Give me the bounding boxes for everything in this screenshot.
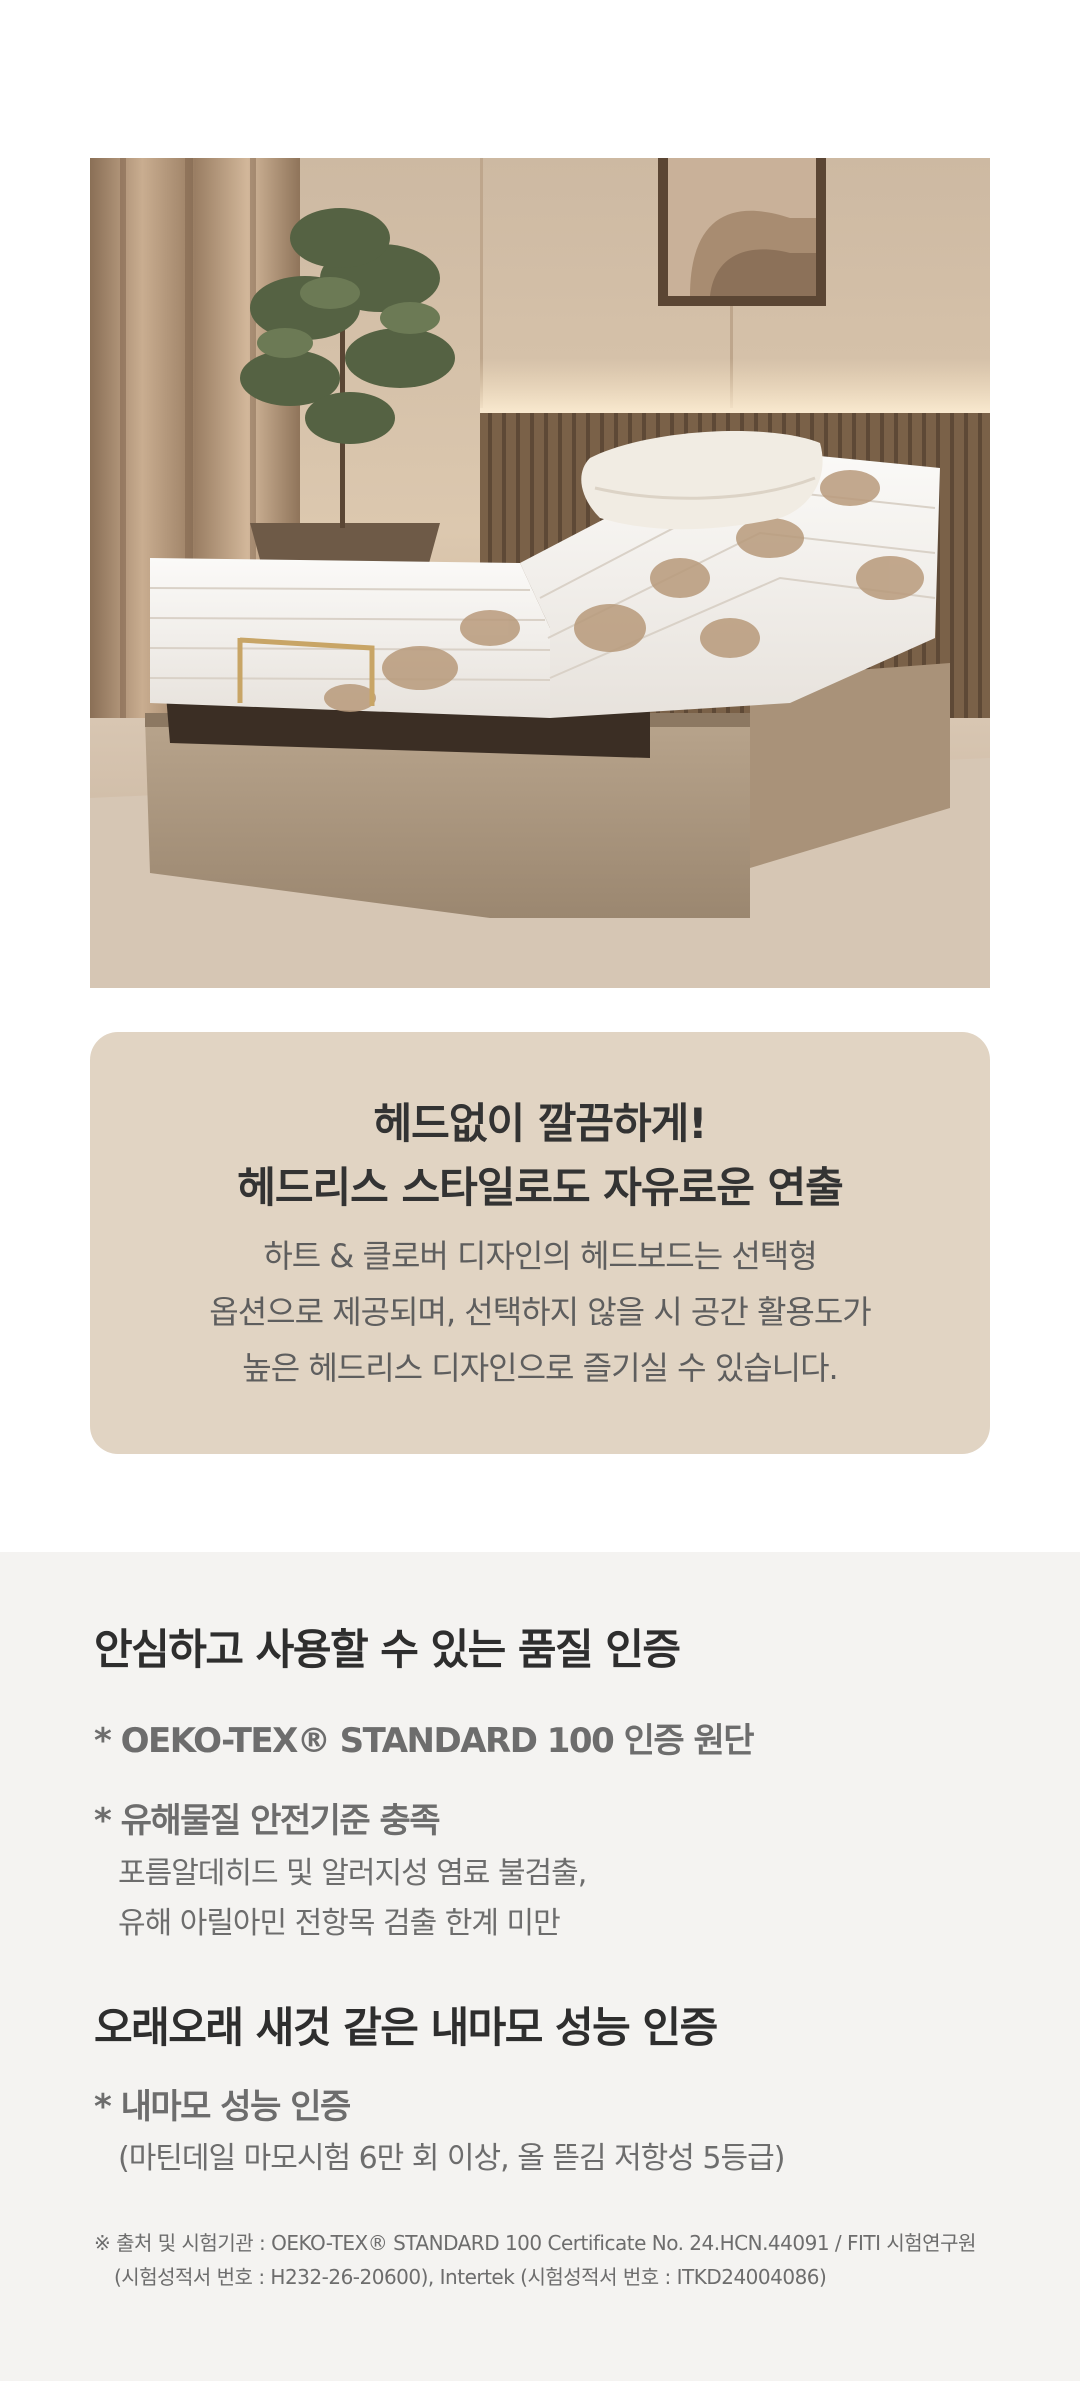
headless-design-card: 헤드없이 깔끔하게! 헤드리스 스타일로도 자유로운 연출 하트 & 클로버 디… — [90, 1032, 990, 1454]
harmful-substance-detail-line: 유해 아릴아민 전항목 검출 한계 미만 — [118, 1906, 561, 1941]
test-source-footnote: ※ 출처 및 시험기관 : OEKO-TEX® STANDARD 100 Cer… — [94, 2226, 976, 2294]
card-description-line: 옵션으로 제공되며, 선택하지 않을 시 공간 활용도가 — [209, 1293, 871, 1331]
product-detail-page: 헤드없이 깔끔하게! 헤드리스 스타일로도 자유로운 연출 하트 & 클로버 디… — [0, 0, 1080, 2381]
footnote-line: ※ 출처 및 시험기관 : OEKO-TEX® STANDARD 100 Cer… — [94, 2231, 976, 2255]
quality-cert-title: 안심하고 사용할 수 있는 품질 인증 — [94, 1625, 681, 1674]
card-headline: 헤드없이 깔끔하게! 헤드리스 스타일로도 자유로운 연출 — [90, 1092, 990, 1220]
photo-adjustable-bed — [90, 158, 990, 988]
card-description: 하트 & 클로버 디자인의 헤드보드는 선택형 옵션으로 제공되며, 선택하지 … — [90, 1228, 990, 1396]
harmful-substance-details: 포름알데히드 및 알러지성 염료 불검출, 유해 아릴아민 전항목 검출 한계 … — [118, 1849, 587, 1949]
card-description-line: 하트 & 클로버 디자인의 헤드보드는 선택형 — [263, 1237, 817, 1275]
durability-cert-title: 오래오래 새것 같은 내마모 성능 인증 — [94, 2003, 718, 2052]
abrasion-cert-detail-line: (마틴데일 마모시험 6만 회 이상, 올 뜯김 저항성 5등급) — [118, 2141, 785, 2176]
card-headline-line: 헤드없이 깔끔하게! — [373, 1099, 708, 1148]
oeko-tex-cert-item: * OEKO-TEX® STANDARD 100 인증 원단 — [94, 1721, 755, 1761]
footnote-line: (시험성적서 번호 : H232-26-20600), Intertek (시험… — [114, 2265, 827, 2289]
abrasion-cert-item: * 내마모 성능 인증 — [94, 2087, 351, 2127]
harmful-substance-detail-line: 포름알데히드 및 알러지성 염료 불검출, — [118, 1856, 587, 1891]
harmful-substance-cert-item: * 유해물질 안전기준 충족 — [94, 1801, 441, 1841]
card-description-line: 높은 헤드리스 디자인으로 즐기실 수 있습니다. — [242, 1349, 838, 1387]
abrasion-cert-detail: (마틴데일 마모시험 6만 회 이상, 올 뜯김 저항성 5등급) — [118, 2134, 785, 2184]
card-headline-line: 헤드리스 스타일로도 자유로운 연출 — [237, 1163, 843, 1212]
product-photo — [90, 158, 990, 988]
